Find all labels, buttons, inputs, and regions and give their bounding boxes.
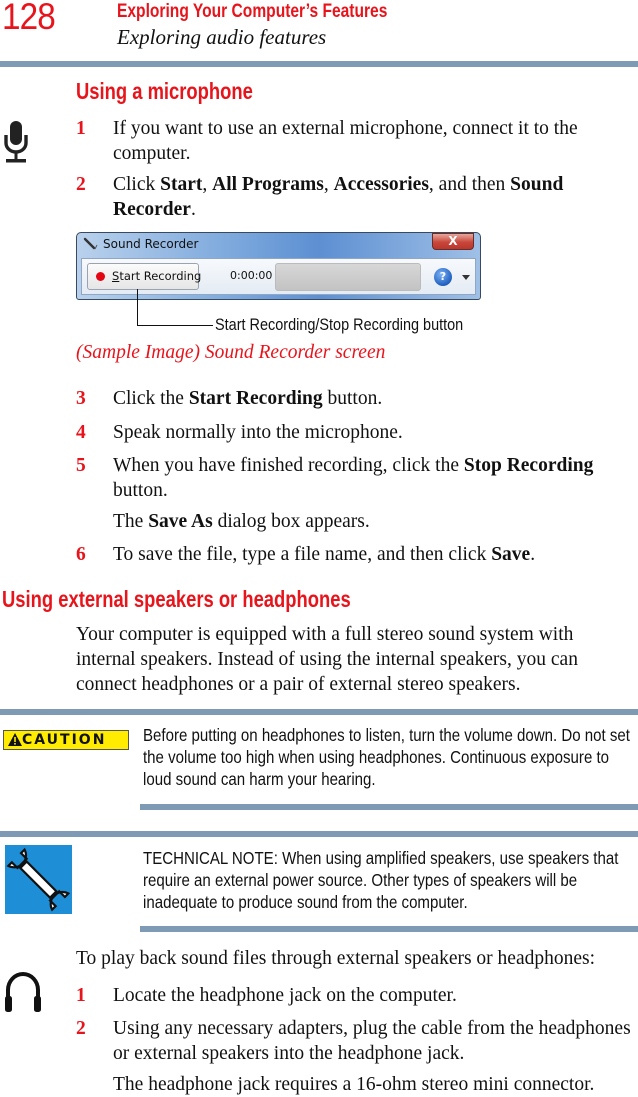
start-recording-button[interactable]: Start Recording — [87, 263, 202, 290]
speakers-intro: Your computer is equipped with a full st… — [76, 624, 578, 695]
step-text: If you want to use an external microphon… — [113, 116, 635, 166]
bold-term: Save As — [148, 511, 213, 532]
text-run: Click the — [113, 388, 189, 409]
figure-caption: (Sample Image) Sound Recorder screen — [76, 342, 386, 363]
text-run: button. — [322, 388, 383, 409]
microphone-icon — [3, 121, 29, 170]
step-text: The headphone jack requires a 16-ohm ste… — [113, 1072, 635, 1097]
help-icon[interactable]: ? — [434, 268, 452, 286]
callout-label: Start Recording/Stop Recording button — [215, 315, 464, 334]
step-text: When you have finished recording, click … — [113, 453, 635, 503]
text-run: To save the file, type a file name, and … — [113, 544, 492, 565]
caution-rule-bottom — [140, 804, 638, 810]
step-number: 4 — [76, 422, 86, 443]
note-rule-bottom — [140, 926, 638, 932]
step-text: Click the Start Recording button. — [113, 386, 635, 411]
text-run: When you have finished recording, click … — [113, 455, 464, 476]
step-number: 6 — [76, 544, 86, 565]
callout-line-horizontal — [137, 325, 213, 326]
bold-term: Start Recording — [188, 388, 323, 409]
bold-term: Stop Recording — [463, 455, 594, 476]
start-recording-label: Start Recording — [112, 269, 202, 283]
record-dot-icon — [96, 272, 105, 281]
headphones-icon — [3, 968, 43, 1021]
caution-text: Before putting on headphones to listen, … — [143, 725, 630, 789]
bold-term: Accessories — [333, 174, 429, 195]
step-text: The Save As dialog box appears. — [113, 509, 635, 534]
text-run: The headphone jack requires a 16-ohm ste… — [113, 1074, 595, 1095]
text-run: Locate the headphone jack on the compute… — [113, 985, 457, 1006]
bold-term: All Programs — [212, 174, 324, 195]
text-run: , and then — [428, 174, 511, 195]
close-button[interactable]: X — [432, 233, 474, 250]
step-text: Speak normally into the microphone. — [113, 420, 635, 445]
step-number: 1 — [76, 985, 86, 1006]
note-rule-top — [0, 831, 638, 837]
text-run: , — [323, 174, 334, 195]
dropdown-arrow-icon[interactable] — [462, 275, 470, 280]
step-text: Using any necessary adapters, plug the c… — [113, 1016, 635, 1066]
caution-rule-top — [0, 709, 638, 715]
window-title: Sound Recorder — [103, 237, 199, 251]
step-text: To save the file, type a file name, and … — [113, 542, 635, 567]
text-run: . — [190, 199, 196, 220]
level-meter — [275, 263, 421, 291]
microphone-app-icon — [83, 237, 99, 251]
bold-term: Start — [160, 174, 203, 195]
step-number: 5 — [76, 455, 86, 476]
step-number: 1 — [76, 118, 86, 139]
header-rule — [0, 61, 638, 67]
text-run: Speak normally into the microphone. — [113, 422, 403, 443]
step-text: Click Start, All Programs, Accessories, … — [113, 172, 635, 222]
text-run: The — [113, 511, 149, 532]
step-number: 2 — [76, 1018, 86, 1039]
text-run: Click — [113, 174, 161, 195]
wrench-icon — [5, 845, 72, 914]
section-title: Exploring audio features — [117, 25, 327, 49]
step-text: Locate the headphone jack on the compute… — [113, 983, 635, 1008]
text-run: . — [530, 544, 536, 565]
playback-intro: To play back sound files through externa… — [76, 948, 596, 969]
recording-timer: 0:00:00 — [230, 269, 273, 282]
heading-external-speakers: Using external speakers or headphones — [2, 586, 351, 612]
callout-line-vertical — [137, 289, 138, 326]
bold-term: Save — [491, 544, 531, 565]
text-run: button. — [113, 480, 168, 501]
text-run: Using any necessary adapters, plug the c… — [113, 1018, 631, 1064]
step-number: 3 — [76, 388, 86, 409]
technical-note-text: TECHNICAL NOTE: When using amplified spe… — [143, 848, 619, 912]
caution-label: CAUTION — [22, 732, 107, 748]
step-number: 2 — [76, 174, 86, 195]
caution-badge: CAUTION — [3, 730, 129, 750]
text-run: If you want to use an external microphon… — [113, 118, 578, 164]
chapter-title: Exploring Your Computer’s Features — [117, 1, 388, 22]
heading-using-microphone: Using a microphone — [76, 78, 253, 104]
window-body: Start Recording 0:00:00 ? — [81, 258, 476, 295]
page-number: 128 — [2, 0, 56, 37]
warning-triangle-icon — [8, 733, 22, 751]
text-run: , — [202, 174, 213, 195]
text-run: dialog box appears. — [212, 511, 370, 532]
